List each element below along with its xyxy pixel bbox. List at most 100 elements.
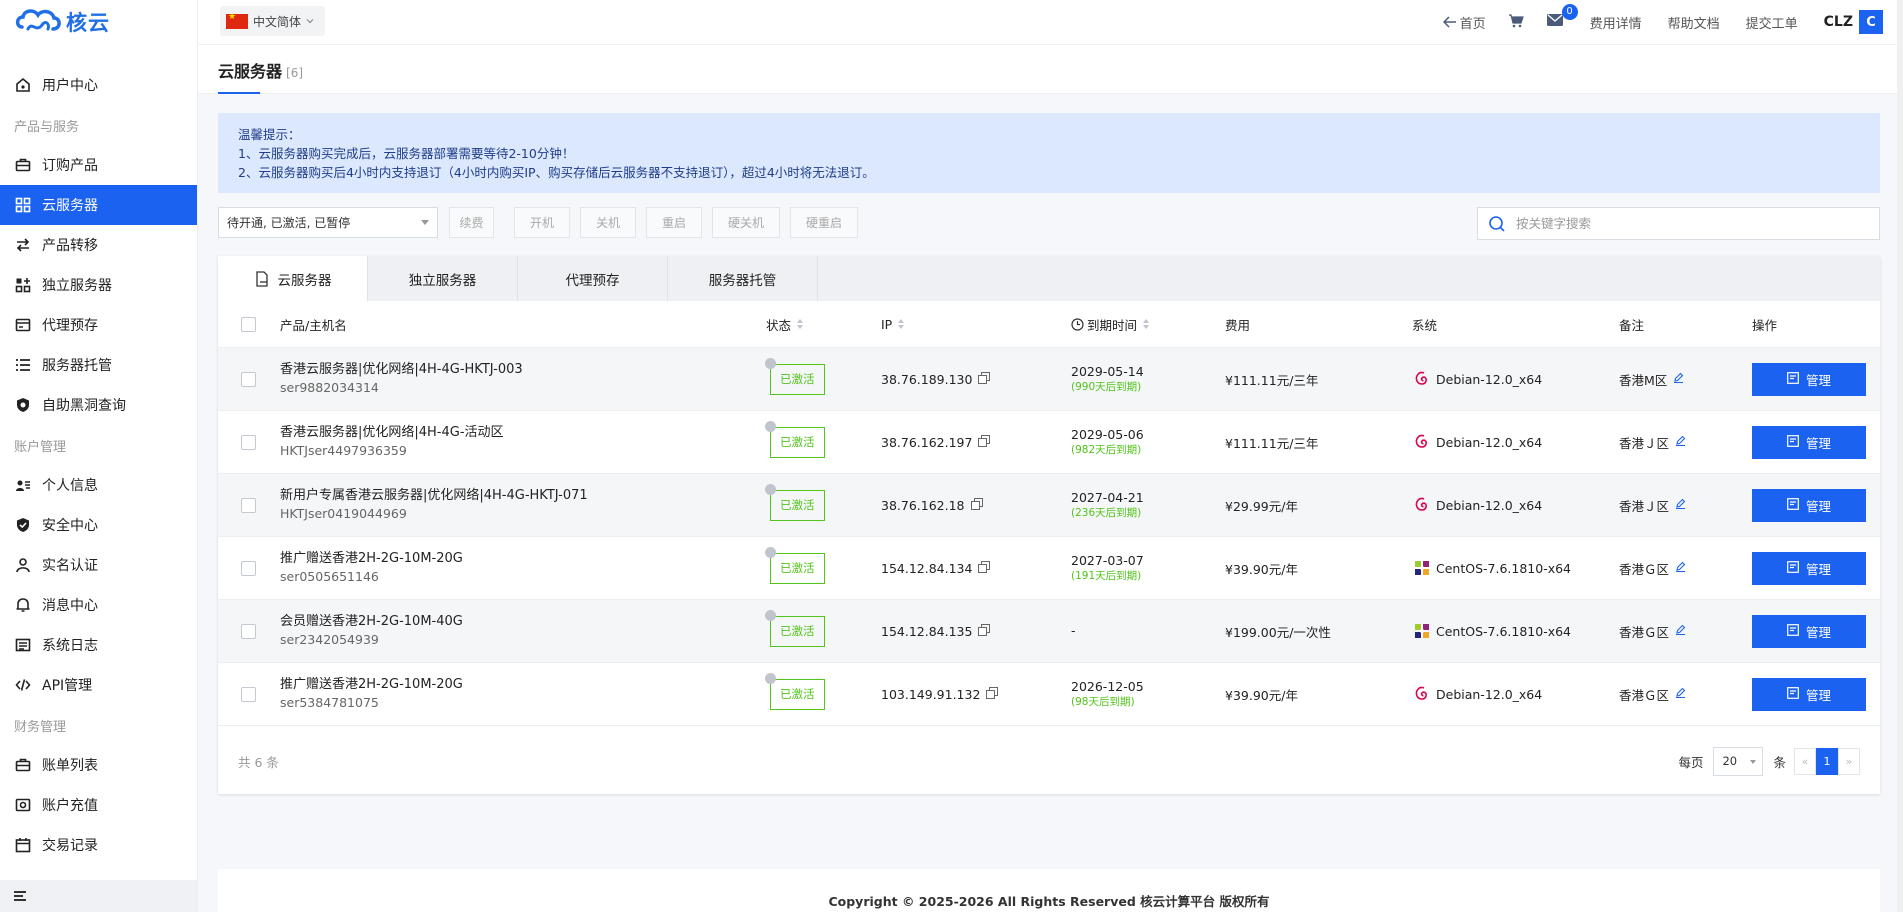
copy-icon[interactable]: [978, 371, 991, 387]
sidebar-item[interactable]: 产品转移: [0, 225, 197, 265]
manage-label: 管理: [1805, 499, 1831, 514]
manage-button[interactable]: 管理: [1752, 425, 1866, 459]
collapse-menu-button[interactable]: [0, 880, 197, 912]
copy-icon[interactable]: [970, 497, 983, 513]
sidebar-item[interactable]: 独立服务器: [0, 265, 197, 305]
sidebar-item[interactable]: 实名认证: [0, 545, 197, 585]
manage-label: 管理: [1805, 562, 1831, 577]
sidebar-item-label: 系统日志: [42, 638, 98, 654]
row-checkbox[interactable]: [240, 497, 256, 513]
search-input[interactable]: [1516, 216, 1856, 231]
status-badge: 已激活: [770, 426, 825, 458]
sidebar-item[interactable]: 用户中心: [0, 65, 197, 105]
product-name[interactable]: 香港云服务器|优化网络|4H-4G-活动区: [280, 424, 766, 442]
per-page-select[interactable]: 20: [1713, 746, 1764, 776]
status-filter-select[interactable]: 待开通, 已激活, 已暂停: [218, 207, 438, 238]
host-name: ser2342054939: [280, 632, 379, 647]
select-all-checkbox[interactable]: [240, 316, 256, 332]
manage-button[interactable]: 管理: [1752, 488, 1866, 522]
copy-icon[interactable]: [978, 560, 991, 576]
edit-icon[interactable]: [1675, 498, 1686, 512]
row-checkbox[interactable]: [240, 560, 256, 576]
edit-icon[interactable]: [1675, 435, 1686, 449]
sidebar-item-label: 账单列表: [42, 758, 98, 774]
sort-icon: [1143, 319, 1150, 329]
power-on-button[interactable]: 开机: [514, 207, 570, 238]
tab-dedicated-servers[interactable]: 独立服务器: [368, 256, 518, 301]
tab-server-hosting[interactable]: 服务器托管: [668, 256, 818, 301]
logo[interactable]: 核云: [0, 0, 197, 44]
edit-icon[interactable]: [1673, 372, 1684, 386]
copy-icon[interactable]: [986, 686, 999, 702]
shield-icon: [14, 396, 32, 414]
page-title-count: [6]: [286, 66, 304, 80]
manage-button[interactable]: 管理: [1752, 614, 1866, 648]
col-ip-sort[interactable]: IP: [881, 317, 905, 332]
table-row: 推广赠送香港2H-2G-10M-20G ser5384781075 已激活 103.1…: [218, 663, 1880, 726]
apps-icon: [14, 276, 32, 294]
vertical-scrollbar[interactable]: [1897, 0, 1903, 912]
avatar: C: [1859, 10, 1883, 34]
sidebar-item[interactable]: 账户充值: [0, 785, 197, 825]
hard-power-off-button[interactable]: 硬关机: [712, 207, 780, 238]
manage-button[interactable]: 管理: [1752, 551, 1866, 585]
col-expire-sort[interactable]: 到期时间: [1071, 315, 1150, 334]
tab-agent-prepaid[interactable]: 代理预存: [518, 256, 668, 301]
col-status-sort[interactable]: 状态: [766, 315, 804, 334]
fee-details-link[interactable]: 费用详情: [1590, 13, 1642, 32]
manage-button[interactable]: 管理: [1752, 677, 1866, 711]
copy-icon[interactable]: [978, 434, 991, 450]
sidebar-item[interactable]: 订购产品: [0, 145, 197, 185]
help-docs-link[interactable]: 帮助文档: [1668, 13, 1720, 32]
power-off-button[interactable]: 关机: [580, 207, 636, 238]
edit-icon[interactable]: [1675, 561, 1686, 575]
sidebar-item[interactable]: 代理预存: [0, 305, 197, 345]
sidebar-item[interactable]: 个人信息: [0, 465, 197, 505]
row-checkbox[interactable]: [240, 434, 256, 450]
sidebar-item[interactable]: 交易记录: [0, 825, 197, 865]
mail-button[interactable]: 0: [1546, 4, 1578, 31]
sidebar-item[interactable]: 自助黑洞查询: [0, 385, 197, 425]
copy-icon[interactable]: [978, 623, 991, 639]
reboot-button[interactable]: 重启: [646, 207, 702, 238]
product-name[interactable]: 推广赠送香港2H-2G-10M-20G: [280, 550, 766, 568]
page-1-button[interactable]: 1: [1816, 747, 1838, 775]
product-name[interactable]: 会员赠送香港2H-2G-10M-40G: [280, 613, 766, 631]
hard-reboot-button[interactable]: 硬重启: [790, 207, 858, 238]
user-menu[interactable]: CLZ C: [1824, 10, 1883, 34]
sidebar-item[interactable]: 系统日志: [0, 625, 197, 665]
sidebar-item[interactable]: 云服务器: [0, 185, 197, 225]
centos-icon: [1412, 558, 1432, 578]
product-name[interactable]: 推广赠送香港2H-2G-10M-20G: [280, 676, 766, 694]
tab-cloud-servers[interactable]: 云服务器: [218, 256, 368, 301]
product-name[interactable]: 新用户专属香港云服务器|优化网络|4H-4G-HKTJ-071: [280, 487, 766, 505]
ip-address: 38.76.162.18: [881, 497, 965, 513]
sidebar-item[interactable]: 安全中心: [0, 505, 197, 545]
tab-cloud-servers-label: 云服务器: [277, 272, 332, 289]
sidebar-item[interactable]: 账单列表: [0, 745, 197, 785]
edit-icon[interactable]: [1675, 687, 1686, 701]
product-name[interactable]: 香港云服务器|优化网络|4H-4G-HKTJ-003: [280, 361, 766, 379]
edit-icon[interactable]: [1675, 624, 1686, 638]
language-selector[interactable]: 中文简体: [220, 6, 326, 36]
next-page-button[interactable]: »: [1838, 747, 1860, 775]
sidebar-item[interactable]: 消息中心: [0, 585, 197, 625]
clock-icon: [1071, 317, 1084, 331]
sidebar-item-label: 个人信息: [42, 478, 98, 494]
sidebar-item[interactable]: 服务器托管: [0, 345, 197, 385]
status-badge: 已激活: [770, 615, 825, 647]
prev-page-button[interactable]: «: [1794, 747, 1816, 775]
home-link[interactable]: 首页: [1442, 13, 1486, 32]
renew-button[interactable]: 续费: [449, 207, 494, 238]
sidebar-item-label: 账户充值: [42, 798, 98, 814]
cart-button[interactable]: [1508, 13, 1524, 32]
notice-line-2: 2、云服务器购买后4小时内支持退订（4小时内购买IP、购买存储后云服务器不支持退…: [238, 165, 875, 180]
row-checkbox[interactable]: [240, 686, 256, 702]
manage-button[interactable]: 管理: [1752, 362, 1866, 396]
brand-name: 核云: [66, 11, 110, 35]
row-checkbox[interactable]: [240, 371, 256, 387]
row-checkbox[interactable]: [240, 623, 256, 639]
status-badge: 已激活: [770, 552, 825, 584]
sidebar-item[interactable]: API管理: [0, 665, 197, 705]
submit-ticket-link[interactable]: 提交工单: [1746, 13, 1798, 32]
